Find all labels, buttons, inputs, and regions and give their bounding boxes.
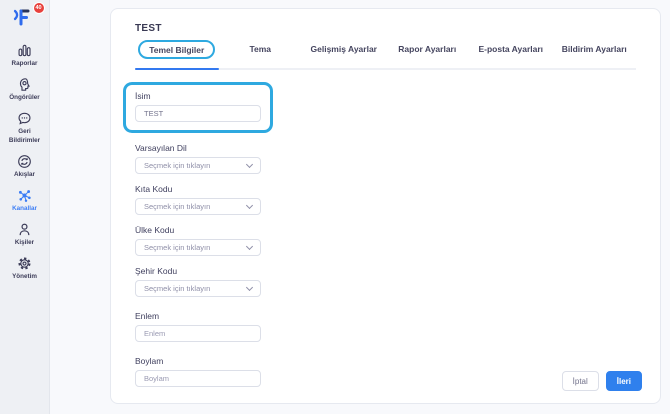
tab-tema[interactable]: Tema bbox=[219, 44, 303, 68]
field-label: Ülke Kodu bbox=[135, 225, 261, 235]
sidebar-item-akislar[interactable]: Akışlar bbox=[0, 154, 49, 179]
isim-highlight-box: İsim bbox=[123, 82, 273, 133]
field-label: Kıta Kodu bbox=[135, 184, 261, 194]
chevron-down-icon bbox=[246, 284, 253, 291]
active-tab-underline bbox=[135, 68, 219, 71]
settings-card: TEST Temel Bilgiler Tema Gelişmiş Ayarla… bbox=[110, 8, 661, 404]
field-kita-kodu: Kıta Kodu Seçmek için tıklayın bbox=[135, 184, 261, 215]
tab-label: Bildirim Ayarları bbox=[562, 44, 627, 54]
next-button[interactable]: İleri bbox=[606, 371, 642, 391]
tab-label: Temel Bilgiler bbox=[149, 45, 204, 55]
tab-gelismis-ayarlar[interactable]: Gelişmiş Ayarlar bbox=[302, 44, 386, 68]
sidebar-item-label: Kanallar bbox=[9, 205, 40, 213]
sidebar-item-kanallar[interactable]: Kanallar bbox=[0, 188, 49, 213]
cancel-button[interactable]: İptal bbox=[562, 371, 599, 391]
gear-icon bbox=[17, 256, 32, 271]
tab-label: Gelişmiş Ayarlar bbox=[311, 44, 377, 54]
ulke-kodu-select[interactable]: Seçmek için tıklayın bbox=[135, 239, 261, 256]
tab-bildirim-ayarlari[interactable]: Bildirim Ayarları bbox=[553, 44, 637, 68]
settings-form: İsim Varsayılan Dil Seçmek için tıklayın… bbox=[135, 82, 636, 387]
field-label: İsim bbox=[135, 91, 261, 101]
sidebar-item-label: Raporlar bbox=[9, 60, 41, 68]
sidebar-item-geri-bildirimler[interactable]: Geri Bildirimler bbox=[0, 111, 49, 144]
logo-icon bbox=[12, 7, 34, 29]
chevron-down-icon bbox=[246, 161, 253, 168]
tab-label: Tema bbox=[249, 44, 271, 54]
app-logo[interactable]: 40 bbox=[12, 5, 38, 31]
field-varsayilan-dil: Varsayılan Dil Seçmek için tıklayın bbox=[135, 143, 261, 174]
sidebar-item-label: Yönetim bbox=[9, 273, 40, 281]
notification-badge: 40 bbox=[33, 2, 45, 14]
chevron-down-icon bbox=[246, 243, 253, 250]
sidebar-item-kisiler[interactable]: Kişiler bbox=[0, 222, 49, 247]
field-sehir-kodu: Şehir Kodu Seçmek için tıklayın bbox=[135, 266, 261, 297]
field-label: Varsayılan Dil bbox=[135, 143, 261, 153]
field-enlem: Enlem bbox=[135, 311, 261, 342]
boylam-input[interactable] bbox=[135, 370, 261, 387]
sidebar-item-yonetim[interactable]: Yönetim bbox=[0, 256, 49, 281]
form-footer: İptal İleri bbox=[562, 371, 642, 391]
field-ulke-kodu: Ülke Kodu Seçmek için tıklayın bbox=[135, 225, 261, 256]
select-placeholder: Seçmek için tıklayın bbox=[144, 202, 210, 211]
varsayilan-dil-select[interactable]: Seçmek için tıklayın bbox=[135, 157, 261, 174]
isim-input[interactable] bbox=[135, 105, 261, 122]
sidebar-item-label: Öngörüler bbox=[6, 94, 42, 102]
sehir-kodu-select[interactable]: Seçmek için tıklayın bbox=[135, 280, 261, 297]
sidebar-item-raporlar[interactable]: Raporlar bbox=[0, 43, 49, 68]
select-placeholder: Seçmek için tıklayın bbox=[144, 243, 210, 252]
tab-bar: Temel Bilgiler Tema Gelişmiş Ayarlar Rap… bbox=[135, 44, 636, 70]
field-isim: İsim bbox=[135, 91, 261, 122]
kita-kodu-select[interactable]: Seçmek için tıklayın bbox=[135, 198, 261, 215]
field-label: Enlem bbox=[135, 311, 261, 321]
enlem-input[interactable] bbox=[135, 325, 261, 342]
sidebar-item-label: Akışlar bbox=[11, 171, 38, 179]
tab-temel-bilgiler[interactable]: Temel Bilgiler bbox=[135, 44, 219, 68]
sidebar-item-ongoruler[interactable]: Öngörüler bbox=[0, 77, 49, 102]
chevron-down-icon bbox=[246, 202, 253, 209]
field-boylam: Boylam bbox=[135, 356, 261, 387]
select-placeholder: Seçmek için tıklayın bbox=[144, 161, 210, 170]
tab-label: Rapor Ayarları bbox=[398, 44, 456, 54]
field-label: Şehir Kodu bbox=[135, 266, 261, 276]
sidebar-item-label: Geri Bildirimler bbox=[0, 128, 49, 144]
tab-rapor-ayarlari[interactable]: Rapor Ayarları bbox=[386, 44, 470, 68]
contacts-icon bbox=[17, 222, 32, 237]
field-label: Boylam bbox=[135, 356, 261, 366]
tab-highlight-box: Temel Bilgiler bbox=[138, 40, 215, 59]
channels-icon bbox=[17, 188, 32, 203]
sidebar-item-label: Kişiler bbox=[12, 239, 37, 247]
insights-icon bbox=[17, 77, 32, 92]
bar-chart-icon bbox=[17, 43, 32, 58]
select-placeholder: Seçmek için tıklayın bbox=[144, 284, 210, 293]
tab-label: E-posta Ayarları bbox=[478, 44, 543, 54]
page-title: TEST bbox=[135, 23, 636, 34]
sidebar: 40 Raporlar Öngörüler bbox=[0, 0, 50, 414]
flows-icon bbox=[17, 154, 32, 169]
feedback-icon bbox=[17, 111, 32, 126]
tab-eposta-ayarlari[interactable]: E-posta Ayarları bbox=[469, 44, 553, 68]
